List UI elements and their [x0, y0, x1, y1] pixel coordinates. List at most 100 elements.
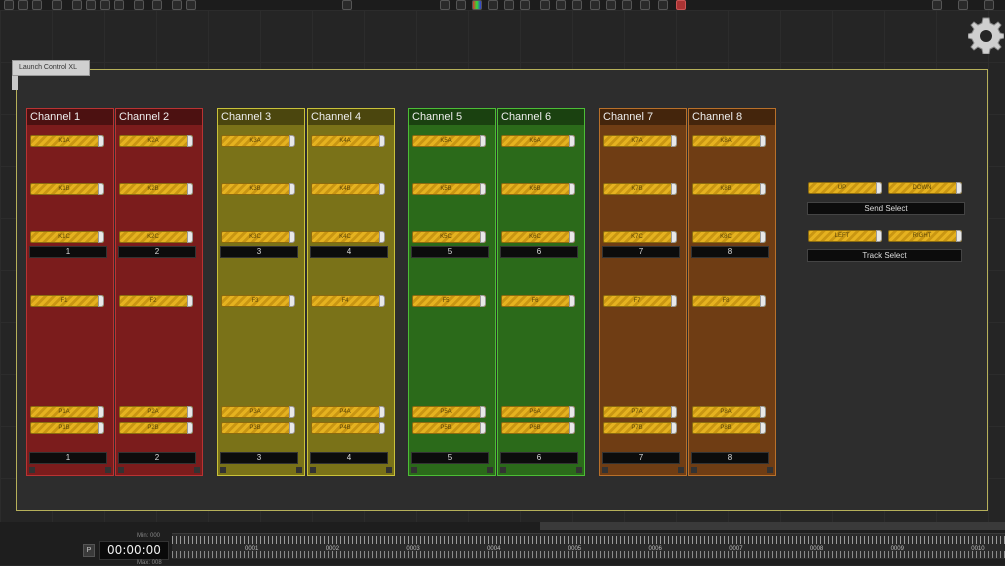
pad-a[interactable]: P5A [412, 406, 486, 418]
resize-handle[interactable] [500, 467, 506, 473]
midi-icon[interactable] [540, 0, 550, 10]
send-up-button[interactable]: UP [808, 182, 882, 194]
align-left-icon[interactable] [488, 0, 498, 10]
resize-handle[interactable] [691, 467, 697, 473]
send-down-button[interactable]: DOWN [888, 182, 962, 194]
pad-b[interactable]: P1B [30, 422, 104, 434]
grid-icon[interactable] [172, 0, 182, 10]
color-icon[interactable] [472, 0, 482, 10]
knob-c[interactable]: K3C [221, 231, 295, 243]
link-icon[interactable] [590, 0, 600, 10]
pointer-icon[interactable] [932, 0, 942, 10]
knob-a[interactable]: K7A [603, 135, 677, 147]
arrow-icon[interactable] [984, 0, 994, 10]
pad-b[interactable]: P3B [221, 422, 295, 434]
knob-b[interactable]: K1B [30, 183, 104, 195]
channel-title[interactable]: Channel 5 [409, 109, 495, 125]
gear-icon[interactable] [968, 14, 1004, 54]
knob-c[interactable]: K1C [30, 231, 104, 243]
fader[interactable]: F4 [311, 295, 385, 307]
zoom-icon[interactable] [4, 0, 14, 10]
knob-b[interactable]: K3B [221, 183, 295, 195]
play-icon[interactable] [658, 0, 668, 10]
knob-a[interactable]: K8A [692, 135, 766, 147]
knob-c[interactable]: K7C [603, 231, 677, 243]
align-center-icon[interactable] [504, 0, 514, 10]
snap-icon[interactable] [186, 0, 196, 10]
align-right-icon[interactable] [520, 0, 530, 10]
pad-b[interactable]: P4B [311, 422, 385, 434]
fader[interactable]: F6 [501, 295, 575, 307]
resize-handle[interactable] [576, 467, 582, 473]
resize-handle[interactable] [487, 467, 493, 473]
knob-b[interactable]: K2B [119, 183, 193, 195]
pad-a[interactable]: P3A [221, 406, 295, 418]
channel-title[interactable]: Channel 2 [116, 109, 202, 125]
hand-icon[interactable] [958, 0, 968, 10]
knob-c[interactable]: K5C [412, 231, 486, 243]
resize-handle[interactable] [118, 467, 124, 473]
chart-icon[interactable] [556, 0, 566, 10]
channel-title[interactable]: Channel 7 [600, 109, 686, 125]
pad-b[interactable]: P2B [119, 422, 193, 434]
pad-a[interactable]: P1A [30, 406, 104, 418]
knob-b[interactable]: K4B [311, 183, 385, 195]
track-right-button[interactable]: RIGHT [888, 230, 962, 242]
resize-handle[interactable] [386, 467, 392, 473]
fader[interactable]: F8 [692, 295, 766, 307]
pad-a[interactable]: P8A [692, 406, 766, 418]
pad-a[interactable]: P2A [119, 406, 193, 418]
stop-icon[interactable] [676, 0, 686, 10]
knob-c[interactable]: K2C [119, 231, 193, 243]
fader[interactable]: F5 [412, 295, 486, 307]
knob-c[interactable]: K4C [311, 231, 385, 243]
channel-title[interactable]: Channel 3 [218, 109, 304, 125]
container-title-tab[interactable]: Launch Control XL [12, 60, 90, 76]
knob-a[interactable]: K4A [311, 135, 385, 147]
fader[interactable]: F1 [30, 295, 104, 307]
align-icon[interactable] [134, 0, 144, 10]
cut-icon[interactable] [114, 0, 124, 10]
resize-handle[interactable] [296, 467, 302, 473]
lock-icon[interactable] [622, 0, 632, 10]
track-left-button[interactable]: LEFT [808, 230, 882, 242]
pad-b[interactable]: P8B [692, 422, 766, 434]
knob-a[interactable]: K1A [30, 135, 104, 147]
resize-handle[interactable] [310, 467, 316, 473]
resize-handle[interactable] [194, 467, 200, 473]
knob-b[interactable]: K7B [603, 183, 677, 195]
knob-b[interactable]: K5B [412, 183, 486, 195]
timeline-scrollbar[interactable] [540, 522, 1005, 530]
pad-a[interactable]: P4A [311, 406, 385, 418]
move-icon[interactable] [72, 0, 82, 10]
settings-small-icon[interactable] [342, 0, 352, 10]
resize-handle[interactable] [767, 467, 773, 473]
knob-c[interactable]: K8C [692, 231, 766, 243]
knob-c[interactable]: K6C [501, 231, 575, 243]
cursor-icon[interactable] [52, 0, 62, 10]
record-icon[interactable] [572, 0, 582, 10]
pad-a[interactable]: P6A [501, 406, 575, 418]
paste-icon[interactable] [100, 0, 110, 10]
resize-handle[interactable] [411, 467, 417, 473]
resize-handle[interactable] [29, 467, 35, 473]
fader[interactable]: F2 [119, 295, 193, 307]
pad-b[interactable]: P6B [501, 422, 575, 434]
play-button[interactable]: P [83, 544, 95, 557]
channel-title[interactable]: Channel 6 [498, 109, 584, 125]
channel-title[interactable]: Channel 1 [27, 109, 113, 125]
resize-handle[interactable] [220, 467, 226, 473]
channel-title[interactable]: Channel 8 [689, 109, 775, 125]
knob-a[interactable]: K3A [221, 135, 295, 147]
knob-a[interactable]: K2A [119, 135, 193, 147]
layers-icon[interactable] [456, 0, 466, 10]
knob-a[interactable]: K5A [412, 135, 486, 147]
copy-icon[interactable] [86, 0, 96, 10]
zoom-in-icon[interactable] [18, 0, 28, 10]
fader[interactable]: F3 [221, 295, 295, 307]
resize-handle[interactable] [602, 467, 608, 473]
fader[interactable]: F7 [603, 295, 677, 307]
distribute-icon[interactable] [152, 0, 162, 10]
channel-title[interactable]: Channel 4 [308, 109, 394, 125]
resize-handle[interactable] [678, 467, 684, 473]
